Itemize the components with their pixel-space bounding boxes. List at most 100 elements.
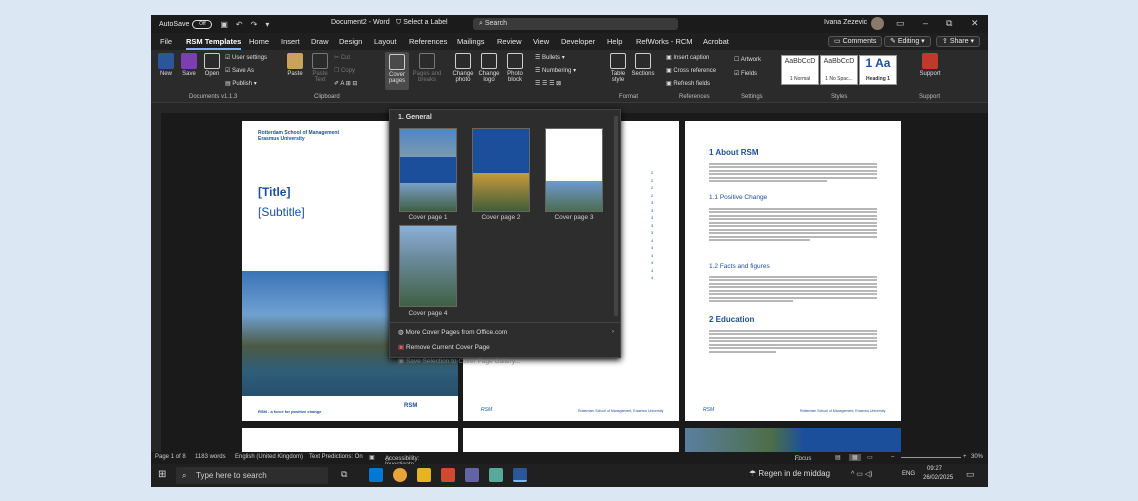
sections-button[interactable]: Sections: [631, 53, 655, 77]
copy-button[interactable]: ❐ Copy: [334, 67, 355, 74]
search-box[interactable]: ⌕ Search: [473, 18, 678, 30]
zoom-level[interactable]: 30%: [971, 454, 983, 460]
language-indicator[interactable]: English (United Kingdom): [235, 454, 303, 460]
page-3[interactable]: 1 About RSM 1.1 Positive Change 1.2 Fact…: [685, 121, 901, 421]
tab-help[interactable]: Help: [607, 37, 622, 46]
user-settings-button[interactable]: ☑ User settings: [225, 54, 267, 61]
open-button[interactable]: Open: [202, 53, 222, 77]
clock-time[interactable]: 09:27: [927, 466, 942, 472]
taskbar-search[interactable]: ⌕ Type here to search: [176, 467, 328, 484]
new-button[interactable]: New: [156, 53, 176, 77]
paste-button[interactable]: Paste: [284, 53, 306, 77]
save-selection-item[interactable]: ▣ Save Selection to Cover Page Gallery..…: [398, 357, 520, 365]
read-mode-icon[interactable]: ▤: [835, 454, 841, 461]
tab-mailings[interactable]: Mailings: [457, 37, 485, 46]
undo-icon[interactable]: ↶: [236, 20, 243, 29]
photo-block-button[interactable]: Photo block: [503, 53, 527, 83]
title-placeholder[interactable]: [Title]: [258, 185, 290, 199]
web-layout-icon[interactable]: ▭: [867, 454, 873, 461]
teams-icon[interactable]: [465, 468, 479, 482]
artwork-checkbox[interactable]: ☐ Artwork: [734, 56, 761, 63]
list-tools[interactable]: ☰ ☰ ☰ ⊠: [535, 80, 561, 87]
task-view-icon[interactable]: ⧉: [341, 469, 347, 480]
table-style-button[interactable]: Table style: [607, 53, 629, 83]
tab-developer[interactable]: Developer: [561, 37, 595, 46]
app-icon[interactable]: [489, 468, 503, 482]
tab-references[interactable]: References: [409, 37, 447, 46]
cut-button[interactable]: ✂ Cut: [334, 54, 350, 61]
language-tray[interactable]: ENG: [902, 471, 915, 477]
style-normal[interactable]: AaBbCcD 1 Normal: [781, 55, 819, 85]
tab-acrobat[interactable]: Acrobat: [703, 37, 729, 46]
cross-reference-button[interactable]: ▣ Cross reference: [666, 67, 716, 74]
sensitivity-label-button[interactable]: ⛉ Select a Label: [396, 19, 448, 27]
cover-page-3-thumb[interactable]: [545, 128, 603, 212]
customize-icon[interactable]: ▾: [265, 20, 269, 29]
style-heading-1[interactable]: 1 Aa Heading 1: [859, 55, 897, 85]
tab-home[interactable]: Home: [249, 37, 269, 46]
print-layout-icon[interactable]: ▦: [849, 454, 861, 461]
app-icon[interactable]: [441, 468, 455, 482]
cover-page-4-label[interactable]: Cover page 4: [393, 310, 463, 317]
numbering-button[interactable]: ☰ Numbering ▾: [535, 67, 576, 74]
change-photo-button[interactable]: Change photo: [451, 53, 475, 83]
windows-start-icon[interactable]: ⊞: [158, 469, 166, 480]
pages-breaks-button[interactable]: Pages and breaks: [412, 53, 442, 83]
gallery-scrollbar[interactable]: [614, 116, 618, 316]
insert-caption-button[interactable]: ▣ Insert caption: [666, 54, 709, 61]
word-count[interactable]: 1183 words: [195, 454, 226, 460]
refresh-fields-button[interactable]: ▣ Refresh fields: [666, 80, 710, 87]
change-logo-button[interactable]: Change logo: [477, 53, 501, 83]
save-icon[interactable]: ▣: [220, 20, 228, 29]
cover-page-4-thumb[interactable]: [399, 225, 457, 307]
save-as-button[interactable]: ☑ Save As: [225, 67, 254, 74]
minimize-icon[interactable]: –: [923, 18, 928, 28]
close-icon[interactable]: ✕: [971, 18, 979, 29]
zoom-in-icon[interactable]: +: [963, 454, 967, 460]
bullets-button[interactable]: ☰ Bullets ▾: [535, 54, 565, 61]
avatar[interactable]: [871, 17, 884, 30]
clock-date[interactable]: 26/02/2025: [923, 475, 953, 481]
cover-page-3-label[interactable]: Cover page 3: [539, 214, 609, 221]
save-button[interactable]: Save: [179, 53, 199, 77]
tab-insert[interactable]: Insert: [281, 37, 300, 46]
more-cover-pages-item[interactable]: ◍ More Cover Pages from Office.com: [398, 328, 507, 336]
style-no-spacing[interactable]: AaBbCcD 1 No Spac...: [820, 55, 858, 85]
subtitle-placeholder[interactable]: [Subtitle]: [258, 205, 305, 219]
paste-text-button[interactable]: Paste Text: [309, 53, 331, 83]
chrome-icon[interactable]: [393, 468, 407, 482]
publish-button[interactable]: ▤ Publish ▾: [225, 80, 257, 87]
share-button[interactable]: ⇪ Share ▾: [936, 36, 980, 47]
cover-page-2-thumb[interactable]: [472, 128, 530, 212]
tab-file[interactable]: File: [160, 37, 172, 46]
comments-button[interactable]: ▭ Comments: [828, 36, 883, 47]
file-explorer-icon[interactable]: [417, 468, 431, 482]
zoom-slider[interactable]: [901, 457, 961, 458]
ribbon-display-icon[interactable]: ▭: [896, 18, 905, 29]
editing-button[interactable]: ✎ Editing ▾: [884, 36, 931, 47]
cover-page-2-label[interactable]: Cover page 2: [466, 214, 536, 221]
tab-draw[interactable]: Draw: [311, 37, 329, 46]
maximize-icon[interactable]: ⧉: [946, 18, 952, 29]
format-painter-button[interactable]: ✐ A ⊞ ⊟: [334, 80, 357, 87]
redo-icon[interactable]: ↷: [251, 20, 258, 29]
user-name[interactable]: Ivana Zezevic: [824, 19, 867, 26]
zoom-out-icon[interactable]: –: [891, 454, 894, 460]
tray-icons[interactable]: ^ ▭ ◁): [851, 470, 873, 478]
tab-design[interactable]: Design: [339, 37, 362, 46]
weather-widget[interactable]: ☂ Regen in de middag: [749, 469, 830, 478]
notification-icon[interactable]: ▭: [966, 469, 975, 480]
fields-checkbox[interactable]: ☑ Fields: [734, 70, 757, 77]
text-predictions[interactable]: Text Predictions: On: [309, 454, 363, 460]
vertical-ruler[interactable]: [151, 113, 161, 458]
autosave-toggle[interactable]: Off: [192, 19, 213, 29]
tab-rsm-templates[interactable]: RSM Templates: [186, 37, 242, 50]
cover-page-1-label[interactable]: Cover page 1: [393, 214, 463, 221]
track-icon[interactable]: ▣: [369, 454, 375, 461]
tab-layout[interactable]: Layout: [374, 37, 397, 46]
word-taskbar-icon[interactable]: [513, 468, 527, 482]
page-count[interactable]: Page 1 of 8: [155, 454, 186, 460]
support-button[interactable]: Support: [916, 53, 944, 77]
tab-view[interactable]: View: [533, 37, 549, 46]
remove-cover-page-item[interactable]: ▣ Remove Current Cover Page: [398, 343, 490, 351]
